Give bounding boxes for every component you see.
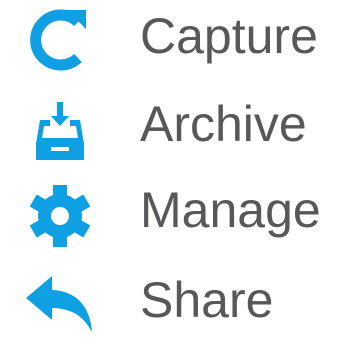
menu-item-archive[interactable]: Archive [0, 88, 354, 168]
menu-item-label: Share [140, 272, 274, 328]
menu-item-manage[interactable]: Manage [0, 174, 354, 254]
reply-arrow-icon [20, 268, 100, 340]
refresh-icon [20, 4, 100, 76]
menu-item-share[interactable]: Share [0, 264, 354, 344]
menu-item-label: Manage [140, 182, 321, 238]
menu-item-label: Archive [140, 96, 307, 152]
archive-tray-icon [20, 92, 100, 164]
menu-item-label: Capture [140, 8, 318, 64]
gear-icon [20, 178, 100, 250]
menu-item-capture[interactable]: Capture [0, 0, 354, 80]
